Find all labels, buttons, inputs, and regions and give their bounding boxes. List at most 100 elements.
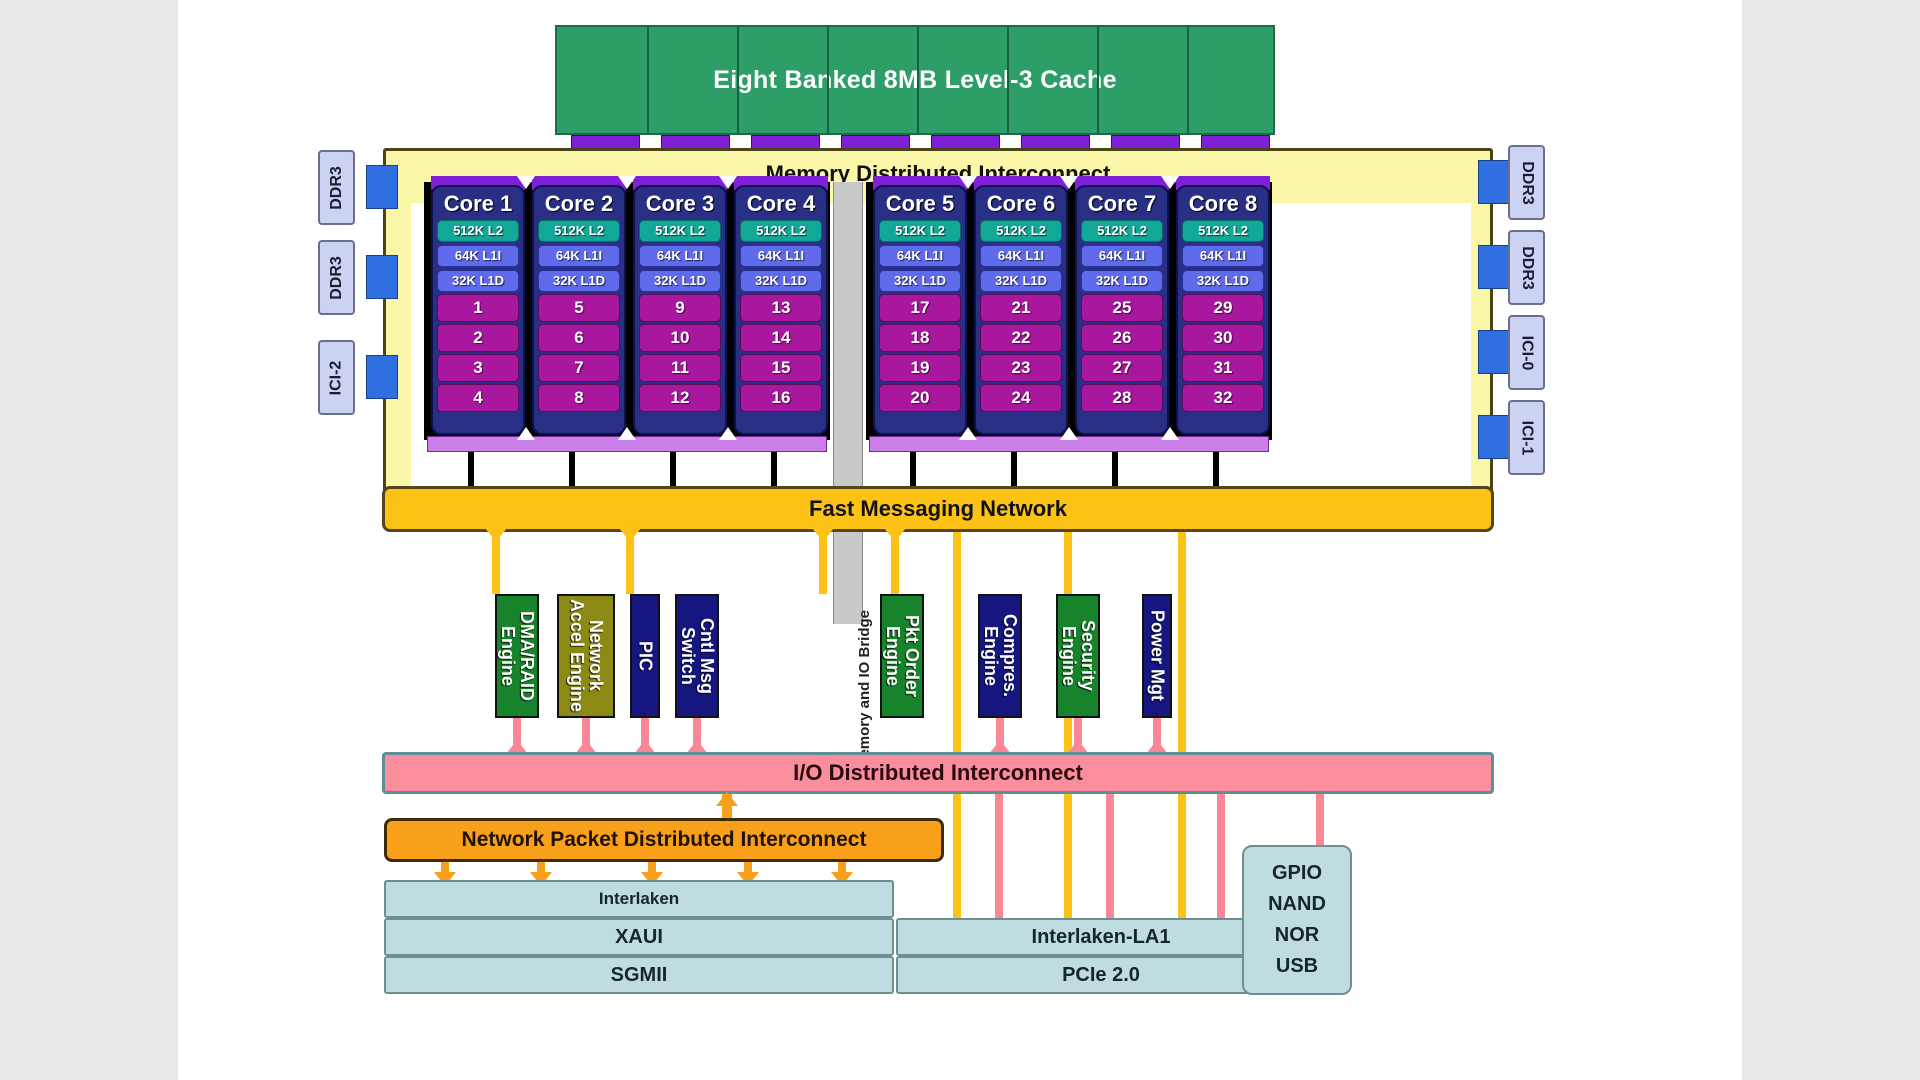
core-l2-cache: 512K L2 (1081, 220, 1163, 242)
engine-dma-raid[interactable]: DMA/RAID Engine (495, 594, 539, 718)
core-l2-cache: 512K L2 (639, 220, 721, 242)
gpio-line: NOR (1274, 924, 1320, 946)
port-stub-right (1478, 415, 1510, 459)
engine-security[interactable]: Security Engine (1056, 594, 1100, 718)
port-stub-left (366, 165, 398, 209)
engine-cntl-msg-switch[interactable]: Cntl Msg Switch (675, 594, 719, 718)
core-block-8[interactable]: Core 8 512K L2 64K L1I 32K L1D 29 30 31 … (1176, 185, 1270, 435)
core-thread: 7 (538, 354, 620, 382)
core-l1i-cache: 64K L1I (639, 245, 721, 267)
core-notch-icon (618, 427, 636, 440)
core-thread: 14 (740, 324, 822, 352)
core-title: Core 1 (443, 191, 513, 216)
engine-label: Network Accel Engine (567, 599, 606, 713)
core-thread: 2 (437, 324, 519, 352)
core-thread: 16 (740, 384, 822, 412)
core-block-4[interactable]: Core 4 512K L2 64K L1I 32K L1D 13 14 15 … (734, 185, 828, 435)
core-fmn-link (670, 452, 676, 488)
core-l1i-cache: 64K L1I (879, 245, 961, 267)
core-notch-icon (1060, 427, 1078, 440)
io-row-label: XAUI (615, 925, 663, 948)
fmn-engine-arrow-icon (619, 528, 641, 542)
engine-pic[interactable]: PIC (630, 594, 660, 718)
core-thread: 8 (538, 384, 620, 412)
io-row-label: Interlaken (598, 889, 680, 908)
core-thread: 24 (980, 384, 1062, 412)
io-row-xaui[interactable]: XAUI (384, 918, 894, 956)
l3-cache-block[interactable]: Eight Banked 8MB Level-3 Cache (555, 25, 1275, 135)
core-block-5[interactable]: Core 5 512K L2 64K L1I 32K L1D 17 18 19 … (873, 185, 967, 435)
left-port-ici-2[interactable]: ICI-2 (318, 340, 355, 415)
port-stub-right (1478, 160, 1510, 204)
core-thread: 19 (879, 354, 961, 382)
core-thread: 5 (538, 294, 620, 322)
core-block-6[interactable]: Core 6 512K L2 64K L1I 32K L1D 21 22 23 … (974, 185, 1068, 435)
core-title: Core 8 (1188, 191, 1258, 216)
core-thread: 21 (980, 294, 1062, 322)
core-fmn-link (771, 452, 777, 488)
core-thread: 26 (1081, 324, 1163, 352)
port-stub-right (1478, 245, 1510, 289)
engine-pkt-order[interactable]: Pkt Order Engine (880, 594, 924, 718)
core-block-1[interactable]: Core 1 512K L2 64K L1I 32K L1D 1 2 3 4 (431, 185, 525, 435)
right-port-label: DDR3 (1518, 245, 1536, 290)
fmn-engine-arrow-icon (812, 528, 834, 542)
core-l1d-cache: 32K L1D (1081, 270, 1163, 292)
core-thread: 17 (879, 294, 961, 322)
core-notch-icon (517, 427, 535, 440)
core-thread: 28 (1081, 384, 1163, 412)
core-l1d-cache: 32K L1D (980, 270, 1062, 292)
io-row-label: Interlaken-LA1 (1031, 925, 1171, 948)
core-l1i-cache: 64K L1I (1081, 245, 1163, 267)
core-l1d-cache: 32K L1D (639, 270, 721, 292)
core-l1d-cache: 32K L1D (1182, 270, 1264, 292)
engine-power-mgt[interactable]: Power Mgt (1142, 594, 1172, 718)
core-notch-icon (959, 427, 977, 440)
core-thread: 30 (1182, 324, 1264, 352)
core-thread: 10 (639, 324, 721, 352)
right-port-label: ICI-1 (1518, 420, 1536, 455)
right-port-ddr3-1[interactable]: DDR3 (1508, 145, 1545, 220)
fast-messaging-network[interactable]: Fast Messaging Network (382, 486, 1494, 532)
io-distributed-interconnect[interactable]: I/O Distributed Interconnect (382, 752, 1494, 794)
l3-cache-label: Eight Banked 8MB Level-3 Cache (713, 65, 1117, 94)
core-l1i-cache: 64K L1I (980, 245, 1062, 267)
core-thread: 12 (639, 384, 721, 412)
core-block-7[interactable]: Core 7 512K L2 64K L1I 32K L1D 25 26 27 … (1075, 185, 1169, 435)
right-port-ddr3-2[interactable]: DDR3 (1508, 230, 1545, 305)
io-row-sgmii[interactable]: SGMII (384, 956, 894, 994)
right-port-label: ICI-0 (1518, 335, 1536, 370)
core-l1d-cache: 32K L1D (879, 270, 961, 292)
core-notch-icon (1161, 176, 1179, 189)
core-thread: 29 (1182, 294, 1264, 322)
l3-bank-divider (647, 27, 649, 133)
core-thread: 4 (437, 384, 519, 412)
core-block-2[interactable]: Core 2 512K L2 64K L1I 32K L1D 5 6 7 8 (532, 185, 626, 435)
right-port-ici-0[interactable]: ICI-0 (1508, 315, 1545, 390)
core-title: Core 5 (885, 191, 955, 216)
memory-io-bridge[interactable]: Memory and IO Bridge (833, 182, 873, 770)
engine-label: Cntl Msg Switch (678, 618, 717, 694)
port-stub-left (366, 355, 398, 399)
engine-network-accel[interactable]: Network Accel Engine (557, 594, 615, 718)
core-thread: 3 (437, 354, 519, 382)
core-thread: 32 (1182, 384, 1264, 412)
left-port-ddr3-1[interactable]: DDR3 (318, 150, 355, 225)
core-block-3[interactable]: Core 3 512K L2 64K L1I 32K L1D 9 10 11 1… (633, 185, 727, 435)
core-thread: 18 (879, 324, 961, 352)
l3-bank-divider (827, 27, 829, 133)
engine-label: DMA/RAID Engine (498, 611, 537, 701)
core-thread: 11 (639, 354, 721, 382)
network-packet-distributed-interconnect[interactable]: Network Packet Distributed Interconnect (384, 818, 944, 862)
diagram-canvas: Eight Banked 8MB Level-3 Cache Memory Di… (178, 0, 1742, 1080)
core-thread: 23 (980, 354, 1062, 382)
io-row-interlaken[interactable]: Interlaken (384, 880, 894, 918)
core-thread: 15 (740, 354, 822, 382)
core-l1i-cache: 64K L1I (437, 245, 519, 267)
core-title: Core 7 (1087, 191, 1157, 216)
right-port-ici-1[interactable]: ICI-1 (1508, 400, 1545, 475)
left-port-ddr3-2[interactable]: DDR3 (318, 240, 355, 315)
core-notch-icon (618, 176, 636, 189)
gpio-nand-nor-usb-block[interactable]: GPIO NAND NOR USB (1242, 845, 1352, 995)
engine-compression[interactable]: Compres. Engine (978, 594, 1022, 718)
